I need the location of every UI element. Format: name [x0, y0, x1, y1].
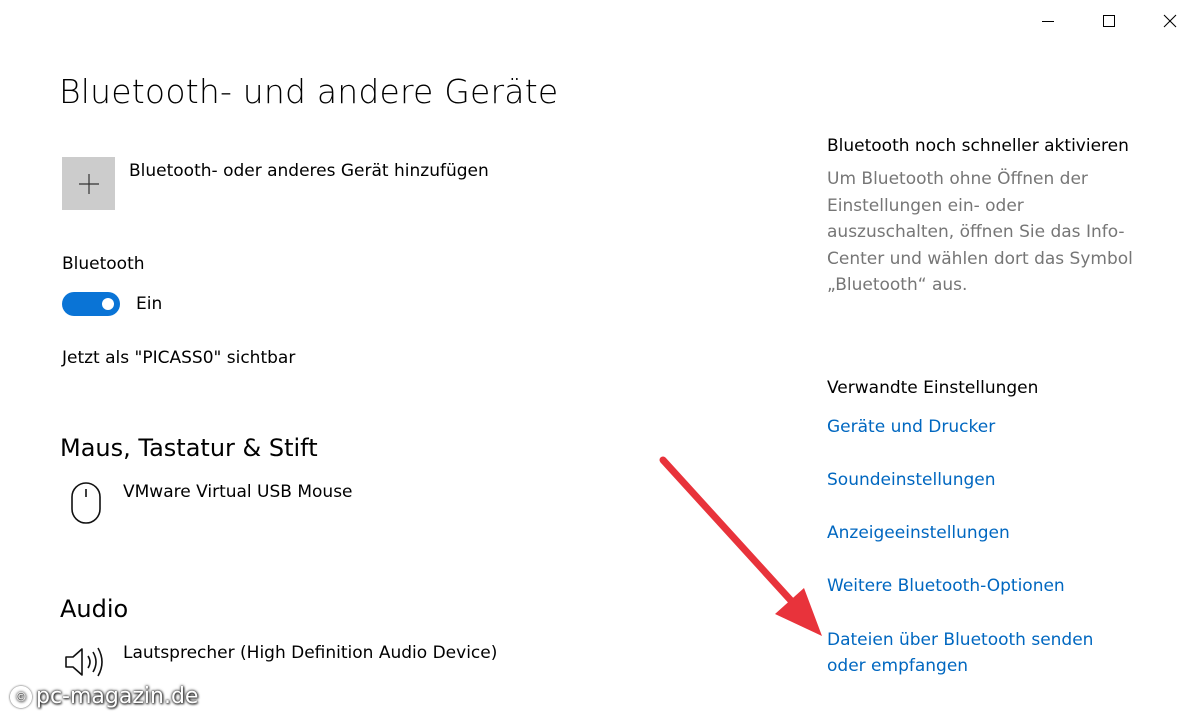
watermark-text: pc-magazin.de [36, 684, 199, 709]
related-settings: Verwandte Einstellungen Geräte und Druck… [827, 378, 1157, 676]
copyright-icon: © [10, 685, 32, 708]
mouse-icon [62, 481, 110, 525]
link-send-receive-files[interactable]: Dateien über Bluetooth senden oder empfa… [827, 627, 1117, 679]
minimize-button[interactable] [1017, 0, 1078, 42]
settings-window: Bluetooth- und andere Geräte Bluetooth- … [0, 0, 1200, 720]
quick-tip-panel: Bluetooth noch schneller aktivieren Um B… [827, 136, 1157, 299]
watermark: © pc-magazin.de [10, 684, 198, 709]
link-more-bluetooth-options[interactable]: Weitere Bluetooth-Optionen [827, 573, 1065, 599]
close-icon [1163, 14, 1176, 28]
device-item-audio[interactable]: Lautsprecher (High Definition Audio Devi… [62, 642, 497, 682]
bluetooth-label: Bluetooth [62, 254, 145, 274]
speaker-icon [62, 642, 110, 682]
maximize-button[interactable] [1078, 0, 1139, 42]
add-device-label[interactable]: Bluetooth- oder anderes Gerät hinzufügen [129, 161, 489, 181]
window-controls [1017, 0, 1200, 42]
related-settings-heading: Verwandte Einstellungen [827, 378, 1039, 398]
toggle-knob [102, 298, 114, 310]
section-title-mouse: Maus, Tastatur & Stift [60, 434, 318, 462]
visibility-status: Jetzt als "PICASS0" sichtbar [62, 348, 296, 368]
page-title: Bluetooth- und andere Geräte [59, 72, 559, 111]
device-name-audio: Lautsprecher (High Definition Audio Devi… [123, 643, 498, 663]
plus-icon [78, 173, 99, 194]
toggle-state-label: Ein [136, 294, 163, 314]
maximize-icon [1102, 15, 1115, 27]
bluetooth-toggle-row: Ein [62, 292, 162, 316]
bluetooth-toggle[interactable] [62, 292, 120, 316]
minimize-icon [1041, 21, 1054, 22]
device-name-mouse: VMware Virtual USB Mouse [123, 482, 353, 502]
section-title-audio: Audio [60, 595, 129, 623]
add-device-button[interactable]: Bluetooth- oder anderes Gerät hinzufügen [62, 157, 489, 210]
link-devices-printers[interactable]: Geräte und Drucker [827, 414, 995, 440]
add-device-tile[interactable] [62, 157, 115, 210]
quick-tip-text: Um Bluetooth ohne Öffnen der Einstellung… [827, 169, 1133, 295]
close-button[interactable] [1139, 0, 1200, 42]
quick-tip-heading: Bluetooth noch schneller aktivieren [827, 136, 1129, 156]
device-item-mouse[interactable]: VMware Virtual USB Mouse [62, 481, 353, 525]
link-display-settings[interactable]: Anzeigeeinstellungen [827, 520, 1010, 546]
link-sound-settings[interactable]: Soundeinstellungen [827, 467, 996, 493]
